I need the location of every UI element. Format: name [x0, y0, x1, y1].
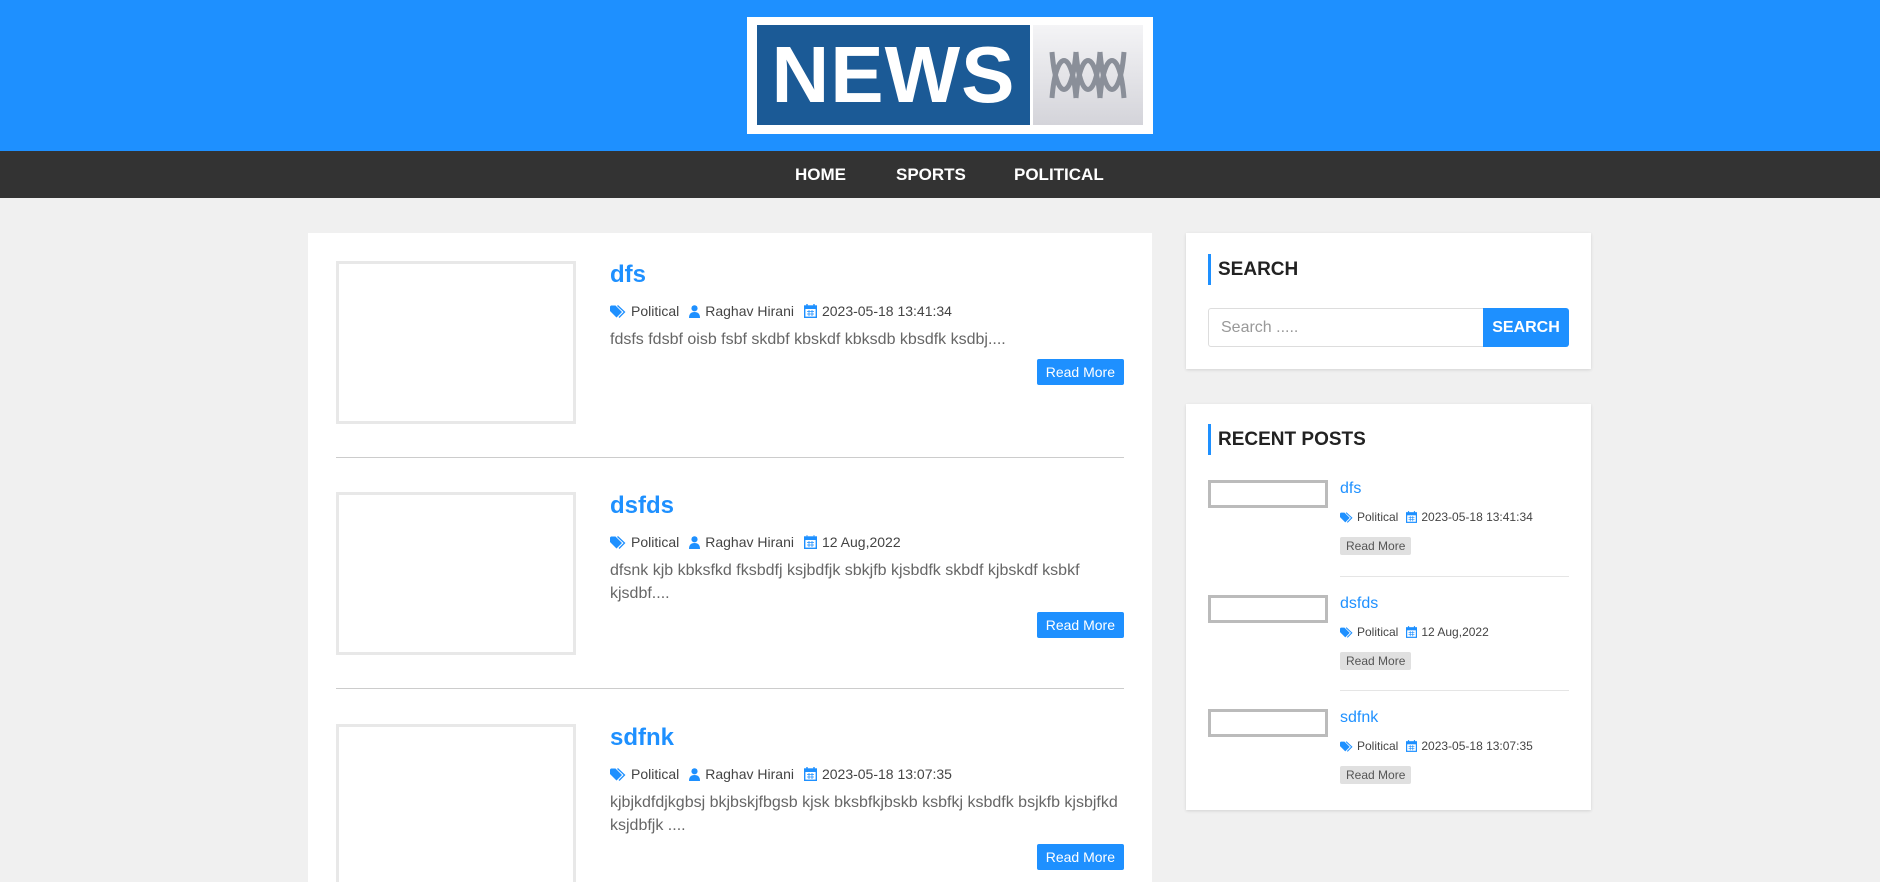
recent-post-title[interactable]: dsfds	[1340, 595, 1378, 613]
recent-post-category: Political	[1357, 739, 1399, 753]
recent-post-item: dfs Political 2023-05-18 13:41:34 Read M…	[1208, 480, 1569, 560]
tags-icon	[1340, 740, 1353, 752]
post-author: Raghav Hirani	[705, 534, 794, 550]
recent-post-meta: Political 2023-05-18 13:07:35	[1340, 739, 1541, 753]
user-icon	[689, 304, 701, 318]
post-excerpt: dfsnk kjb kbksfkd fksbdfj ksjbdfjk sbkjf…	[610, 562, 1080, 602]
recent-posts-title: RECENT POSTS	[1208, 424, 1366, 455]
calendar-icon	[803, 767, 817, 781]
post-date: 2023-05-18 13:07:35	[821, 766, 952, 782]
post-thumbnail[interactable]	[336, 492, 576, 655]
post-title[interactable]: dsfds	[610, 492, 674, 520]
nav-sports[interactable]: SPORTS	[896, 165, 966, 185]
calendar-icon	[1406, 511, 1418, 523]
tags-icon	[610, 535, 626, 549]
post-list: dfs Political Raghav Hirani 2023-05-18 1…	[308, 233, 1152, 882]
post-item: sdfnk Political Raghav Hirani 2023-05-18…	[336, 724, 1124, 882]
calendar-icon	[803, 304, 817, 318]
recent-post-thumbnail[interactable]	[1208, 595, 1328, 623]
search-widget: SEARCH SEARCH	[1186, 233, 1591, 369]
read-more-button[interactable]: Read More	[1036, 359, 1124, 385]
read-more-button[interactable]: Read More	[1036, 844, 1124, 870]
user-icon	[689, 767, 701, 781]
post-meta: Political Raghav Hirani 2023-05-18 13:07…	[610, 766, 962, 782]
recent-posts-widget: RECENT POSTS dfs Political 2023-05-18 13…	[1186, 404, 1591, 810]
post-title[interactable]: dfs	[610, 261, 646, 289]
recent-post-divider	[1340, 576, 1569, 577]
tags-icon	[610, 767, 626, 781]
nav-political[interactable]: POLITICAL	[1014, 165, 1104, 185]
recent-post-date: 12 Aug,2022	[1421, 625, 1489, 639]
post-thumbnail[interactable]	[336, 261, 576, 424]
recent-post-category: Political	[1357, 510, 1399, 524]
read-more-button[interactable]: Read More	[1036, 612, 1124, 638]
post-category: Political	[631, 534, 680, 550]
recent-read-more-button[interactable]: Read More	[1340, 652, 1412, 670]
search-input[interactable]	[1208, 308, 1486, 347]
calendar-icon	[1406, 626, 1418, 638]
post-item: dfs Political Raghav Hirani 2023-05-18 1…	[336, 261, 1124, 425]
calendar-icon	[803, 535, 817, 549]
recent-read-more-button[interactable]: Read More	[1340, 537, 1412, 555]
post-excerpt: kjbjkdfdjkgbsj bkjbskjfbgsb kjsk bksbfkj…	[610, 794, 1118, 834]
recent-post-thumbnail[interactable]	[1208, 709, 1328, 737]
recent-post-meta: Political 2023-05-18 13:41:34	[1340, 510, 1541, 524]
user-icon	[689, 535, 701, 549]
recent-post-category: Political	[1357, 625, 1399, 639]
recent-post-date: 2023-05-18 13:41:34	[1421, 510, 1533, 524]
tags-icon	[1340, 511, 1353, 523]
post-author: Raghav Hirani	[705, 766, 794, 782]
logo-wordmark: NEWS	[757, 25, 1030, 125]
post-category: Political	[631, 303, 680, 319]
recent-post-date: 2023-05-18 13:07:35	[1421, 739, 1533, 753]
search-widget-title: SEARCH	[1208, 254, 1298, 285]
site-logo[interactable]: NEWS	[747, 17, 1153, 134]
main-nav: HOME SPORTS POLITICAL	[0, 151, 1880, 198]
nav-home[interactable]: HOME	[795, 165, 846, 185]
abc-logo-icon	[1033, 25, 1143, 125]
post-meta: Political Raghav Hirani 2023-05-18 13:41…	[610, 303, 962, 319]
recent-post-divider	[1340, 690, 1569, 691]
recent-post-title[interactable]: dfs	[1340, 480, 1361, 498]
tags-icon	[610, 304, 626, 318]
post-title[interactable]: sdfnk	[610, 724, 674, 752]
post-divider	[336, 457, 1124, 458]
recent-read-more-button[interactable]: Read More	[1340, 766, 1412, 784]
post-thumbnail[interactable]	[336, 724, 576, 882]
recent-post-meta: Political 12 Aug,2022	[1340, 625, 1497, 639]
search-button[interactable]: SEARCH	[1483, 308, 1569, 347]
post-divider	[336, 688, 1124, 689]
recent-post-title[interactable]: sdfnk	[1340, 709, 1378, 727]
post-category: Political	[631, 766, 680, 782]
post-date: 12 Aug,2022	[821, 534, 901, 550]
site-header: NEWS	[0, 0, 1880, 151]
post-item: dsfds Political Raghav Hirani 12 Aug,202…	[336, 492, 1124, 656]
post-meta: Political Raghav Hirani 12 Aug,2022	[610, 534, 911, 550]
post-excerpt: fdsfs fdsbf oisb fsbf skdbf kbskdf kbksd…	[610, 331, 1006, 348]
post-author: Raghav Hirani	[705, 303, 794, 319]
recent-post-item: dsfds Political 12 Aug,2022 Read More	[1208, 595, 1569, 675]
recent-post-thumbnail[interactable]	[1208, 480, 1328, 508]
tags-icon	[1340, 626, 1353, 638]
recent-post-item: sdfnk Political 2023-05-18 13:07:35 Read…	[1208, 709, 1569, 789]
post-date: 2023-05-18 13:41:34	[821, 303, 952, 319]
calendar-icon	[1406, 740, 1418, 752]
